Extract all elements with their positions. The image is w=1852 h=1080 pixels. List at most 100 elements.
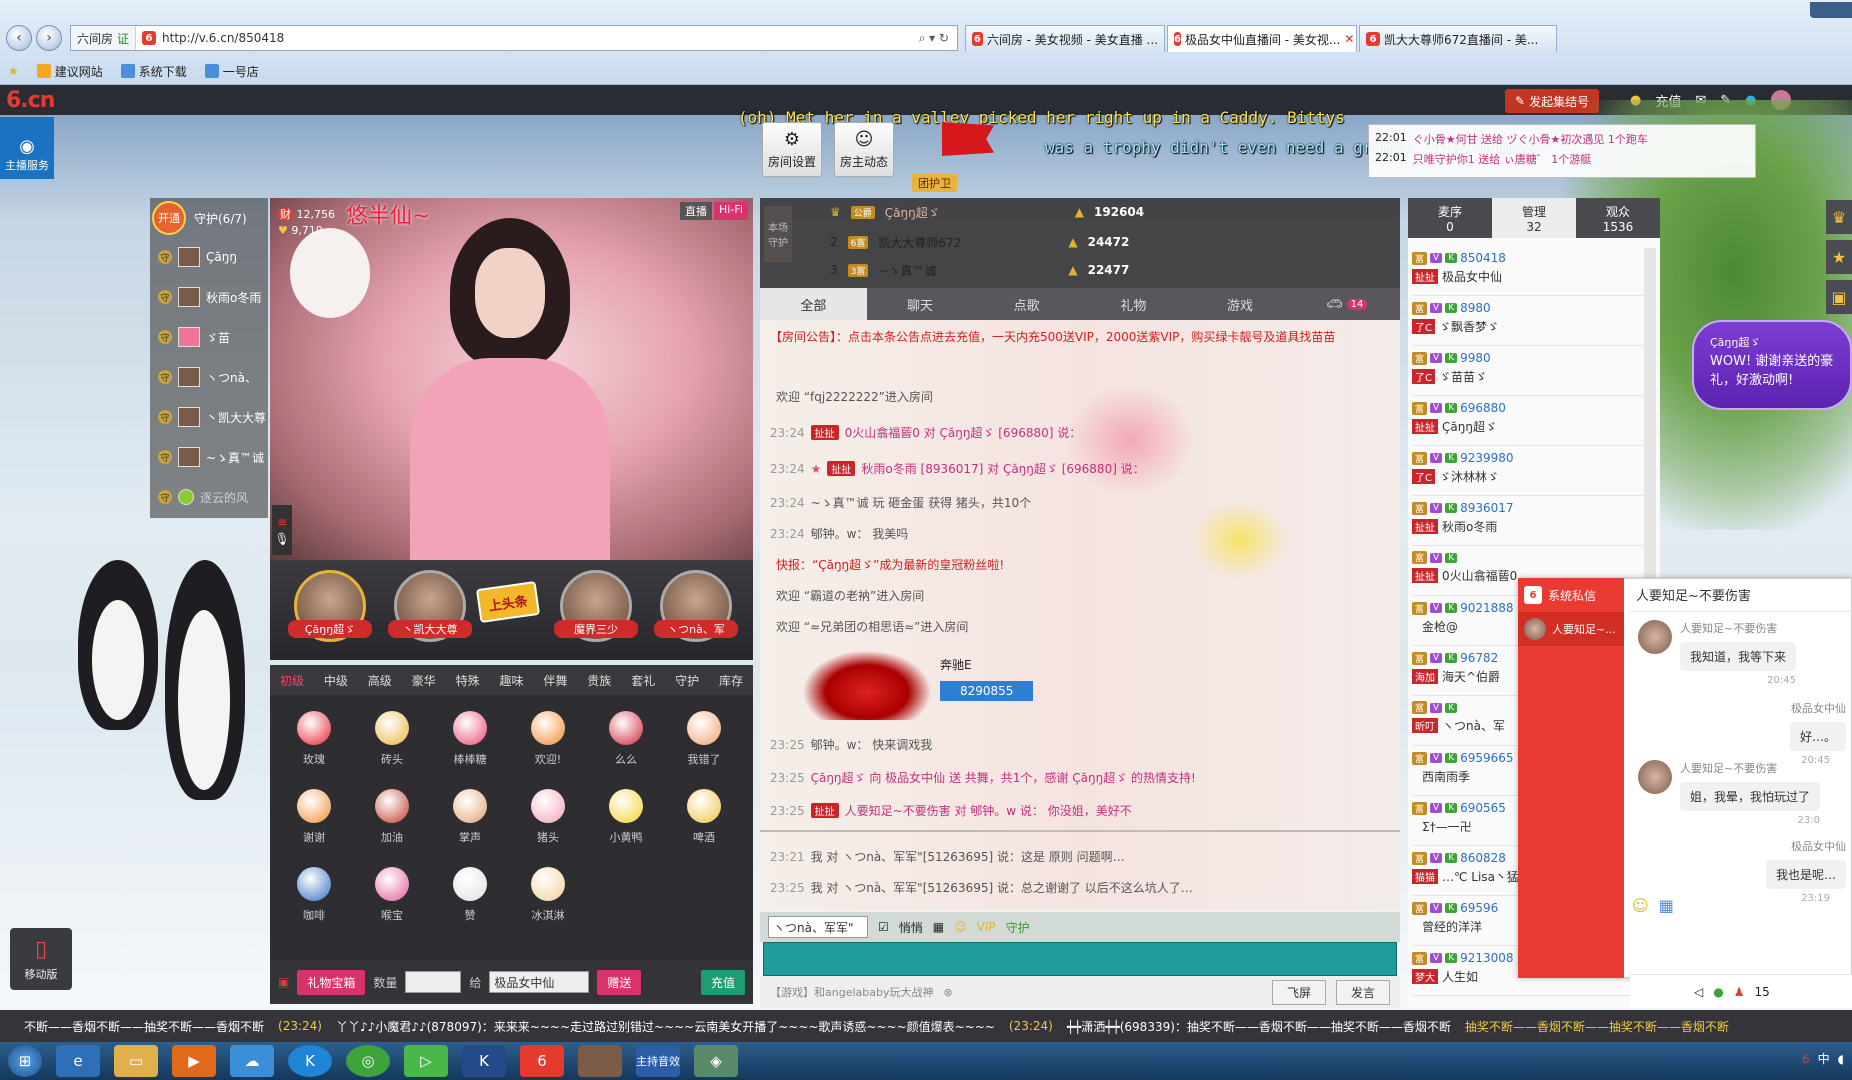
window-controls[interactable] xyxy=(1810,2,1852,18)
vip-icon[interactable]: VIP xyxy=(977,920,996,934)
guard-member[interactable]: 守丶凯大大尊 xyxy=(158,403,268,431)
tab-admins[interactable]: 管理 32 xyxy=(1492,198,1576,238)
avatar[interactable] xyxy=(578,1045,622,1077)
tab-3[interactable]: 6 凯大大尊师672直播间 - 美... xyxy=(1359,25,1557,52)
send-message-button[interactable]: 发言 xyxy=(1335,979,1390,1005)
guard-member[interactable]: 守秋雨o冬雨 xyxy=(158,283,268,311)
gift-item[interactable]: 猪头 xyxy=(510,779,586,854)
guard-member[interactable]: 守ゞ苗 xyxy=(158,323,268,351)
send-gift-button[interactable]: 赠送 xyxy=(597,969,642,995)
car-tab[interactable]: 🚗︎ 14 xyxy=(1293,288,1400,320)
chat-area[interactable] xyxy=(760,320,1400,910)
ranking-row[interactable]: 2 6富 凯大大尊师672 ▲ 24472 xyxy=(830,228,1390,256)
image-icon[interactable]: ▦ xyxy=(933,920,944,934)
start-button[interactable]: ⊞ xyxy=(8,1045,42,1077)
back-button[interactable]: ‹ xyxy=(6,25,32,51)
pm-contact[interactable]: 人要知足~... xyxy=(1518,612,1624,646)
gift-tab[interactable]: 中级 xyxy=(314,672,358,689)
host-dynamics-button[interactable]: ☺ 房主动态 xyxy=(834,122,894,177)
gift-tab[interactable]: 特殊 xyxy=(446,672,490,689)
6cn-icon[interactable]: 6 xyxy=(520,1045,564,1077)
gift-tab[interactable]: 趣味 xyxy=(490,672,534,689)
gift-icon[interactable]: ▣ xyxy=(1826,280,1852,314)
gift-item[interactable]: 冰淇淋 xyxy=(510,857,586,932)
hifi-badge[interactable]: Hi-Fi xyxy=(714,202,748,220)
gift-tab[interactable]: 套礼 xyxy=(621,672,665,689)
user-entry[interactable]: 富 V K 8980 了C ゞ飘香梦ゞ xyxy=(1412,298,1644,346)
gift-tab[interactable]: 守护 xyxy=(665,672,709,689)
fav-item-1[interactable]: 系统下载 xyxy=(120,63,187,80)
whisper-checkbox[interactable]: ☑ xyxy=(878,920,889,934)
tuanhu-badge[interactable]: 团护卫 xyxy=(912,174,957,192)
star-icon[interactable]: ★ xyxy=(1826,240,1852,274)
zhubo-icon[interactable]: 主持音效 xyxy=(636,1045,680,1077)
tab-queue[interactable]: 麦序 0 xyxy=(1408,198,1492,238)
gift-box-button[interactable]: 礼物宝箱 xyxy=(297,969,366,995)
gift-tab[interactable]: 豪华 xyxy=(402,672,446,689)
gift-item[interactable]: 玫瑰 xyxy=(276,701,352,776)
gift-tab[interactable]: 伴舞 xyxy=(533,672,577,689)
user-entry[interactable]: 富 V K 9239980 了C ゞ沐林林ゞ xyxy=(1412,448,1644,496)
gift-item[interactable]: 咖啡 xyxy=(276,857,352,932)
gift-item[interactable]: 赞 xyxy=(432,857,508,932)
site-logo[interactable]: 6.cn xyxy=(6,88,55,113)
6cn-tray-icon[interactable]: 6 xyxy=(1802,1052,1810,1066)
guard-member[interactable]: 守逐云的风 xyxy=(158,483,268,511)
tab-1[interactable]: 6 六间房 - 美女视频 - 美女直播 ... xyxy=(965,25,1165,52)
volume-icon[interactable]: ◖ xyxy=(1838,1052,1844,1066)
gift-item[interactable]: 么么 xyxy=(588,701,664,776)
anchor-service-button[interactable]: ◉ 主播服务 xyxy=(0,117,54,179)
user-entry[interactable]: 富 V K 9980 了C ゞ苗苗ゞ xyxy=(1412,348,1644,396)
360-icon[interactable]: ◎ xyxy=(346,1045,390,1077)
game-hint[interactable]: 【游戏】和angelababy玩大战神 xyxy=(770,984,933,1000)
gift-tab[interactable]: 库存 xyxy=(709,672,753,689)
address-bar[interactable]: 六间房证 6 http://v.6.cn/850418 ⌕ ▾ ↻ xyxy=(70,25,958,51)
chat-tab-song[interactable]: 点歌 xyxy=(973,288,1080,320)
fly-screen-button[interactable]: 飞屏 xyxy=(1271,979,1326,1005)
user-entry[interactable]: 富 V K 696880 扯扯 Çăŋŋ超ゞ xyxy=(1412,398,1644,446)
gift-tab[interactable]: 初级 xyxy=(270,672,314,689)
ranking-row[interactable]: 3 3富 ~ゝ真™诚 ▲ 22477 xyxy=(830,256,1390,284)
gift-item[interactable]: 小黄鸭 xyxy=(588,779,664,854)
guard-emoji-icon[interactable]: 守护 xyxy=(1006,919,1030,936)
tab-audience[interactable]: 观众 1536 xyxy=(1576,198,1660,238)
guard-member[interactable]: 守ヽつnà、 xyxy=(158,363,268,391)
close-icon[interactable]: ⊗ xyxy=(943,986,952,999)
gift-item[interactable]: 砖头 xyxy=(354,701,430,776)
room-settings-button[interactable]: ⚙ 房间设置 xyxy=(762,122,822,177)
chat-tab-chat[interactable]: 聊天 xyxy=(867,288,974,320)
tab-2[interactable]: 6 极品女中仙直播间 - 美女视... ✕ xyxy=(1167,25,1357,52)
chat-tab-all[interactable]: 全部 xyxy=(760,288,867,320)
star-icon[interactable]: ★ xyxy=(8,64,19,78)
emoji-icon[interactable]: ☺ xyxy=(954,920,967,934)
shield-icon[interactable]: ◈ xyxy=(694,1045,738,1077)
open-guard-button[interactable]: 开通 xyxy=(152,201,186,235)
chat-tab-game[interactable]: 游戏 xyxy=(1187,288,1294,320)
gift-item[interactable]: 欢迎! xyxy=(510,701,586,776)
chat-message-input[interactable] xyxy=(763,942,1397,976)
ranking-row[interactable]: ♛ 公爵 Çăŋŋ超ゞ ▲ 192604 xyxy=(830,198,1390,226)
cloud-icon[interactable]: ☁ xyxy=(230,1045,274,1077)
live-video[interactable] xyxy=(270,198,753,560)
recipient-select[interactable]: 极品女中仙 xyxy=(489,971,590,993)
quantity-input[interactable] xyxy=(405,971,462,993)
mic-control[interactable]: ≡ 🎙︎ xyxy=(272,505,292,555)
k2-icon[interactable]: K xyxy=(462,1045,506,1077)
crown-icon[interactable]: ♛ xyxy=(1826,200,1852,234)
gift-item[interactable]: 我错了 xyxy=(666,701,742,776)
gift-tab[interactable]: 贵族 xyxy=(577,672,621,689)
chat-target-select[interactable]: ヽつnà、军军" xyxy=(768,916,868,938)
gift-item[interactable]: 喉宝 xyxy=(354,857,430,932)
fav-item-0[interactable]: 建议网站 xyxy=(36,63,103,80)
gift-item[interactable]: 加油 xyxy=(354,779,430,854)
media-icon[interactable]: ▶ xyxy=(172,1045,216,1077)
site-identity[interactable]: 六间房证 xyxy=(71,26,137,50)
recharge-button[interactable]: 充值 xyxy=(700,969,745,995)
search-icon[interactable]: ⌕ ▾ ↻ xyxy=(919,31,949,46)
guard-member[interactable]: 守 ~ゝ真™诚 xyxy=(158,443,268,471)
gift-item[interactable]: 掌声 xyxy=(432,779,508,854)
megaphone-icon[interactable]: ◁ xyxy=(1694,985,1703,999)
image-icon[interactable]: ▦ xyxy=(1659,896,1674,915)
guard-member[interactable]: 守 Çăŋŋ xyxy=(158,243,268,271)
forward-button[interactable]: › xyxy=(36,25,62,51)
